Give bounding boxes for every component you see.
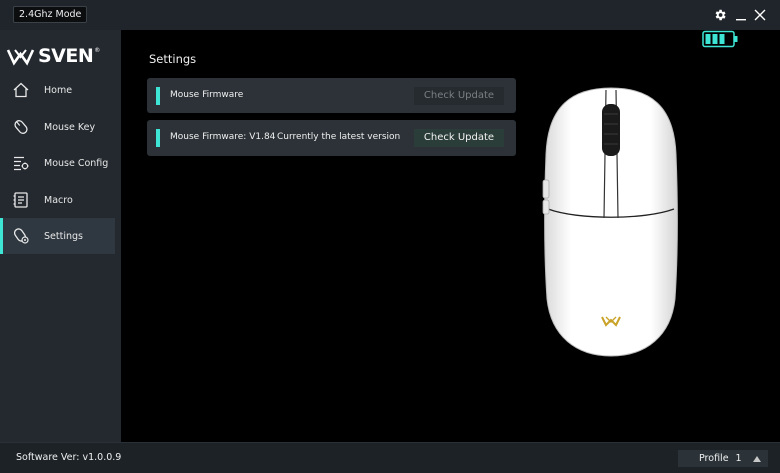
home-icon: [11, 80, 31, 100]
close-button[interactable]: [750, 5, 770, 25]
mouse-image: [538, 84, 684, 360]
title-bar: 2.4Ghz Mode: [0, 0, 780, 30]
sidebar-item-mouse-config[interactable]: Mouse Config: [0, 145, 115, 181]
row-accent-bar: [156, 129, 160, 147]
row-accent-bar: [156, 87, 160, 105]
profile-number: 1: [735, 453, 742, 464]
firmware-label: Mouse Firmware: [170, 90, 244, 100]
brand-logo: SVEN ®: [6, 44, 100, 68]
sidebar-item-home[interactable]: Home: [0, 72, 115, 108]
sidebar-item-mouse-key[interactable]: Mouse Key: [0, 109, 115, 145]
sidebar-item-label: Home: [44, 84, 73, 96]
close-icon: [754, 9, 766, 21]
software-version: Software Ver: v1.0.0.9: [16, 452, 122, 463]
settings-gear-icon: [11, 226, 31, 246]
chevron-up-icon[interactable]: [752, 454, 762, 464]
sidebar: SVEN ® Home Mouse Key Mouse Config Macro…: [0, 30, 121, 442]
sidebar-item-label: Settings: [44, 230, 83, 242]
check-update-button-disabled[interactable]: Check Update: [414, 87, 504, 105]
page-title: Settings: [149, 52, 197, 66]
brand-name: SVEN: [38, 45, 94, 67]
minimize-button[interactable]: [731, 5, 751, 25]
sven-logo-icon: [6, 49, 35, 66]
sidebar-item-label: Mouse Config: [44, 157, 109, 169]
sidebar-item-macro[interactable]: Macro: [0, 182, 115, 218]
battery-icon: [702, 30, 738, 48]
mouse-illustration: [542, 87, 678, 357]
check-update-button[interactable]: Check Update: [414, 129, 504, 147]
sidebar-item-label: Mouse Key: [44, 121, 96, 133]
firmware-status-text: Currently the latest version: [277, 132, 401, 142]
app-settings-button[interactable]: [710, 5, 730, 25]
mouse-key-icon: [11, 117, 31, 137]
macro-icon: [11, 190, 31, 210]
status-bar: Software Ver: v1.0.0.9 Profile 1: [0, 442, 780, 473]
config-icon: [11, 153, 31, 173]
firmware-version-label: Mouse Firmware: V1.84: [170, 132, 276, 142]
sidebar-item-label: Macro: [44, 194, 73, 206]
profile-selector[interactable]: Profile 1: [678, 450, 768, 467]
connection-mode-badge: 2.4Ghz Mode: [13, 6, 88, 23]
battery-cell: [719, 34, 725, 44]
battery-cell: [705, 34, 711, 44]
firmware-version-row: Mouse Firmware: V1.84 Currently the late…: [147, 120, 516, 156]
gear-icon: [715, 9, 726, 21]
firmware-row: Mouse Firmware Check Update: [147, 78, 516, 113]
registered-mark: ®: [94, 47, 101, 54]
sidebar-item-settings[interactable]: Settings: [0, 218, 115, 254]
minimize-icon: [736, 19, 746, 21]
battery-cell: [712, 34, 718, 44]
profile-label: Profile: [699, 453, 729, 464]
battery-indicator: [702, 30, 739, 48]
